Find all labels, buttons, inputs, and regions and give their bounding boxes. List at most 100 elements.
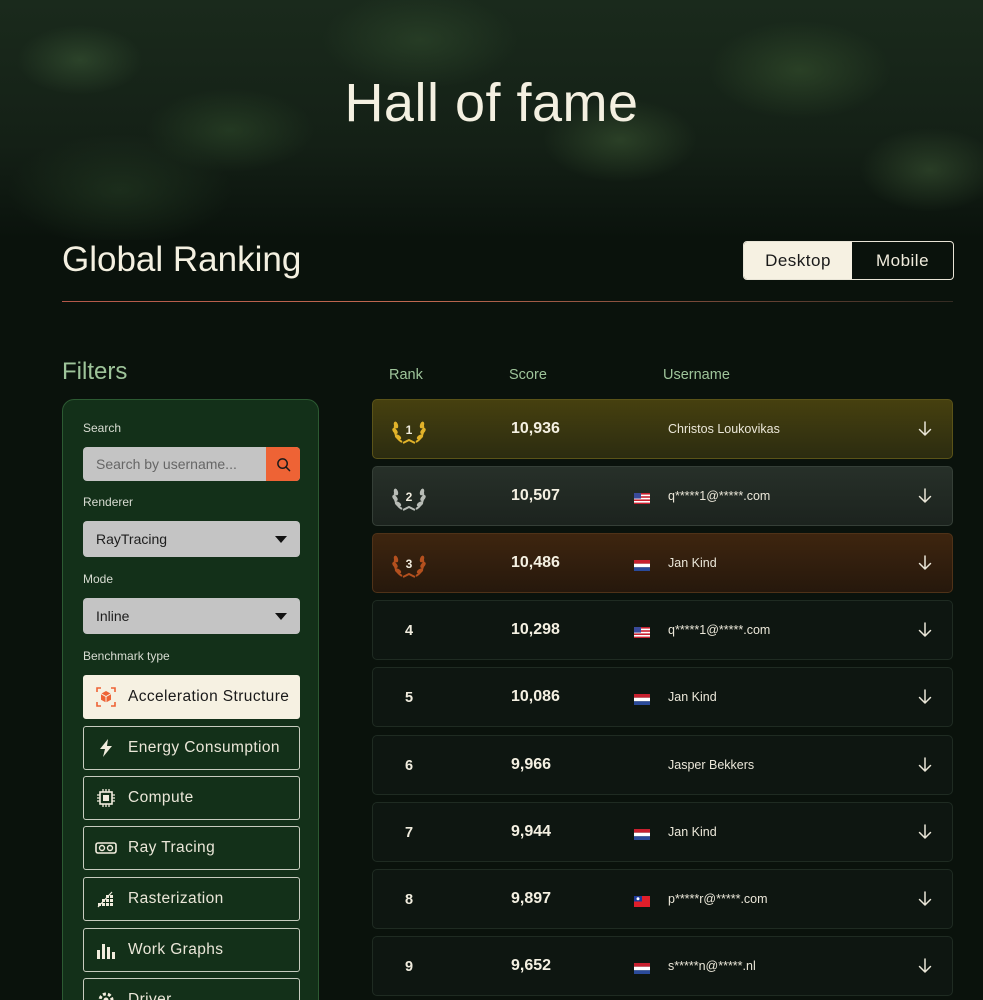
arrow-down-icon[interactable] [916, 621, 934, 639]
score-value: 9,966 [511, 756, 552, 773]
rasterization-icon [94, 887, 118, 911]
desktop-toggle-button[interactable]: Desktop [744, 242, 852, 279]
flag-nl-icon [634, 558, 650, 571]
benchmark-label: Work Graphs [128, 941, 224, 958]
benchmark-energy-consumption[interactable]: Energy Consumption [83, 726, 300, 770]
score-column-header[interactable]: Score [509, 367, 547, 383]
table-row[interactable]: 3 10,486 Jan Kind [372, 533, 953, 593]
username: s*****n@*****.nl [668, 959, 756, 973]
bar-chart-icon [94, 938, 118, 962]
score-value: 9,652 [511, 957, 552, 974]
table-row[interactable]: 2 10,507 q*****1@*****.com [372, 466, 953, 526]
score-value: 10,486 [511, 554, 560, 571]
username: q*****1@*****.com [668, 489, 771, 503]
divider [62, 301, 953, 302]
search-box [83, 447, 300, 481]
username: Jan Kind [668, 825, 717, 839]
username: Christos Loukovikas [668, 422, 780, 436]
chip-icon [94, 786, 118, 810]
arrow-down-icon[interactable] [916, 554, 934, 572]
chevron-down-icon [275, 613, 287, 620]
arrow-down-icon[interactable] [916, 688, 934, 706]
hero-banner: Hall of fame [0, 0, 983, 240]
benchmark-driver[interactable]: Driver [83, 978, 300, 1000]
arrow-down-icon[interactable] [916, 823, 934, 841]
username: Jan Kind [668, 690, 717, 704]
benchmark-type-label: Benchmark type [83, 649, 170, 663]
mode-value: Inline [96, 608, 130, 624]
table-row[interactable]: 1 10,936 Christos Loukovikas [372, 399, 953, 459]
flag-nl-icon [634, 692, 650, 705]
filters-title: Filters [62, 358, 128, 385]
search-icon [276, 457, 290, 471]
benchmark-label: Compute [128, 789, 194, 806]
renderer-label: Renderer [83, 495, 134, 509]
benchmark-compute[interactable]: Compute [83, 776, 300, 820]
laurel-badge-icon: 2 [392, 481, 426, 513]
laurel-badge-icon: 3 [392, 548, 426, 580]
table-row[interactable]: 4 10,298 q*****1@*****.com [372, 600, 953, 660]
search-button[interactable] [266, 447, 300, 481]
gear-icon [94, 988, 118, 1000]
renderer-value: RayTracing [96, 531, 168, 547]
table-row[interactable]: 5 10,086 Jan Kind [372, 667, 953, 727]
rank-column-header[interactable]: Rank [389, 367, 423, 383]
rank-number: 1 [405, 423, 413, 437]
arrow-down-icon[interactable] [916, 957, 934, 975]
score-value: 10,298 [511, 621, 560, 638]
section-title: Global Ranking [62, 240, 302, 279]
rank-number: 2 [405, 490, 413, 504]
arrow-down-icon[interactable] [916, 487, 934, 505]
search-input[interactable] [83, 447, 266, 481]
rank-number: 8 [404, 892, 414, 908]
flag-us-icon [634, 625, 650, 638]
rank-number: 7 [404, 825, 414, 841]
rank-number: 5 [404, 690, 414, 706]
renderer-select[interactable]: RayTracing [83, 521, 300, 557]
benchmark-label: Rasterization [128, 890, 224, 907]
table-row[interactable]: 8 9,897 p*****r@*****.com [372, 869, 953, 929]
mode-select[interactable]: Inline [83, 598, 300, 634]
username-column-header[interactable]: Username [663, 367, 730, 383]
table-row[interactable]: 6 9,966 Jasper Bekkers [372, 735, 953, 795]
mobile-toggle-button[interactable]: Mobile [852, 242, 953, 279]
benchmark-work-graphs[interactable]: Work Graphs [83, 928, 300, 972]
vr-headset-icon [94, 836, 118, 860]
cube-icon [94, 685, 118, 709]
flag-nl-icon [634, 961, 650, 974]
username: p*****r@*****.com [668, 892, 768, 906]
flag-tw-icon [634, 894, 650, 907]
benchmark-label: Driver [128, 991, 172, 1000]
arrow-down-icon[interactable] [916, 756, 934, 774]
rank-number: 6 [404, 758, 414, 774]
username: q*****1@*****.com [668, 623, 771, 637]
table-row[interactable]: 7 9,944 Jan Kind [372, 802, 953, 862]
lightning-icon [94, 736, 118, 760]
username: Jan Kind [668, 556, 717, 570]
benchmark-acceleration-structure[interactable]: Acceleration Structure [83, 675, 300, 719]
rank-number: 3 [405, 557, 413, 571]
rank-number: 9 [404, 959, 414, 975]
score-value: 10,086 [511, 688, 560, 705]
page-title: Hall of fame [344, 73, 639, 133]
flag-nl-icon [634, 827, 650, 840]
benchmark-label: Energy Consumption [128, 739, 280, 756]
score-value: 10,936 [511, 420, 560, 437]
platform-toggle: Desktop Mobile [743, 241, 954, 280]
table-row[interactable]: 9 9,652 s*****n@*****.nl [372, 936, 953, 996]
score-value: 9,897 [511, 890, 552, 907]
username: Jasper Bekkers [668, 758, 755, 772]
arrow-down-icon[interactable] [916, 890, 934, 908]
chevron-down-icon [275, 536, 287, 543]
laurel-badge-icon: 1 [392, 414, 426, 446]
arrow-down-icon[interactable] [916, 420, 934, 438]
benchmark-label: Acceleration Structure [128, 688, 290, 705]
rank-number: 4 [404, 623, 414, 639]
search-label: Search [83, 421, 122, 435]
flag-us-icon [634, 491, 650, 504]
filters-panel: Search Renderer RayTracing Mode Inline B… [62, 399, 319, 1000]
benchmark-label: Ray Tracing [128, 839, 216, 856]
score-value: 9,944 [511, 823, 552, 840]
benchmark-ray-tracing[interactable]: Ray Tracing [83, 826, 300, 870]
benchmark-rasterization[interactable]: Rasterization [83, 877, 300, 921]
